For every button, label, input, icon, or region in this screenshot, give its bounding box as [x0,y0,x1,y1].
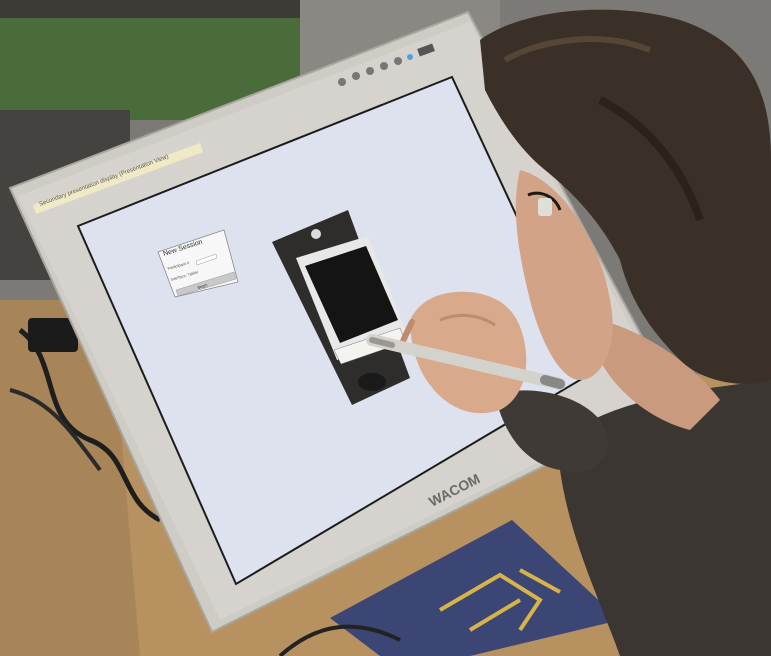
control-button[interactable] [352,72,360,80]
photo-scene: Secondary presentation display (Presenta… [0,0,771,656]
control-button[interactable] [380,62,388,70]
window-frame-top [0,0,310,18]
control-button[interactable] [394,57,402,65]
control-button[interactable] [338,78,346,86]
stylus-end [540,375,565,389]
power-led [407,54,413,60]
pda-dpad [358,373,386,391]
glasses-lens [538,198,552,216]
pda-logo [311,229,321,239]
control-button[interactable] [366,67,374,75]
